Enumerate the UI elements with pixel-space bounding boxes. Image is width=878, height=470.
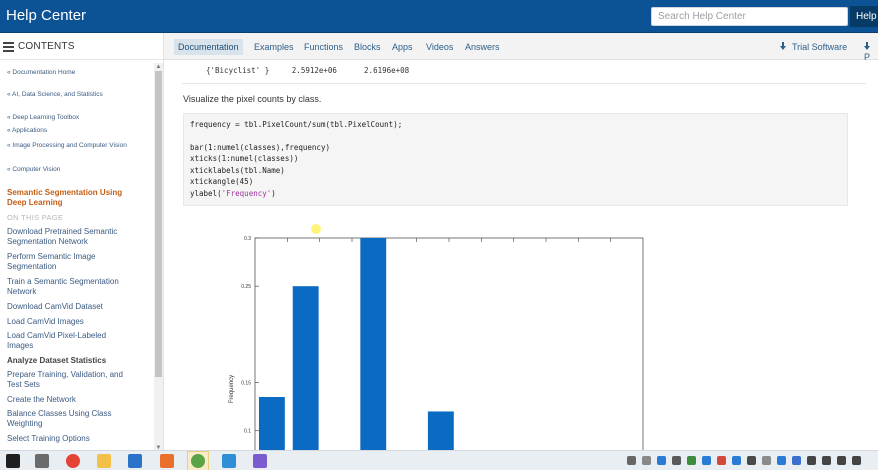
tray-icon[interactable] xyxy=(657,456,666,465)
y-axis-label: Frequency xyxy=(229,375,235,403)
tab-apps[interactable]: Apps xyxy=(388,39,417,55)
tray-icon[interactable] xyxy=(732,456,741,465)
sidebar-scrollbar[interactable]: ▲ ▼ xyxy=(154,63,163,451)
wifi-icon[interactable] xyxy=(807,456,816,465)
help-center-header: Help Center Search Help Center Help xyxy=(0,0,878,33)
code-line: xtickangle(45) xyxy=(190,177,254,186)
download-icon xyxy=(864,42,870,50)
app-window: Help Center Search Help Center Help CONT… xyxy=(0,0,878,470)
tray-icon[interactable] xyxy=(702,456,711,465)
app-icon[interactable] xyxy=(35,454,49,468)
tab-functions[interactable]: Functions xyxy=(300,39,347,55)
bar xyxy=(360,238,387,450)
bar-chart-svg: 0.1 0.15 0.25 0.3 Frequency xyxy=(229,236,644,450)
tray-icon[interactable] xyxy=(762,456,771,465)
divider xyxy=(182,83,866,84)
scrollbar-thumb[interactable] xyxy=(155,71,162,377)
code-line: bar(1:numel(classes),frequency) xyxy=(190,143,330,152)
onenote-icon[interactable] xyxy=(128,454,142,468)
code-text: ) xyxy=(271,189,276,198)
tab-answers[interactable]: Answers xyxy=(461,39,504,55)
breadcrumb-link[interactable]: « AI, Data Science, and Statistics xyxy=(7,90,152,100)
tray-icon[interactable] xyxy=(777,456,786,465)
search-input[interactable]: Search Help Center xyxy=(651,7,848,26)
y-tick-label: 0.15 xyxy=(241,381,251,387)
volume-icon[interactable] xyxy=(837,456,846,465)
sidebar-item[interactable]: Download CamVid Dataset xyxy=(7,302,152,312)
tab-documentation[interactable]: Documentation xyxy=(174,39,243,55)
doc-tabs: Documentation Examples Functions Blocks … xyxy=(164,33,878,62)
product-updates-link[interactable]: P xyxy=(864,39,878,65)
windows-icon[interactable] xyxy=(6,454,20,468)
sidebar-item[interactable]: Load CamVid Pixel-Labeled Images xyxy=(7,331,117,351)
trial-software-label: Trial Software xyxy=(792,42,848,52)
bar xyxy=(427,411,454,450)
code-output-line: {'Bicyclist' } 2.5912e+06 2.6196e+08 xyxy=(206,66,410,75)
sidebar-item[interactable]: Perform Semantic Image Segmentation xyxy=(7,252,117,272)
breadcrumb-link[interactable]: « Image Processing and Computer Vision xyxy=(7,141,127,151)
code-line: xticklabels(tbl.Name) xyxy=(190,166,285,175)
mouse-cursor-highlight xyxy=(311,224,321,234)
file-explorer-icon[interactable] xyxy=(97,454,111,468)
trial-software-link[interactable]: Trial Software xyxy=(780,39,847,55)
battery-icon[interactable] xyxy=(822,456,831,465)
y-tick-label: 0.25 xyxy=(241,284,251,290)
on-this-page-label: ON THIS PAGE xyxy=(7,213,64,222)
app-icon[interactable] xyxy=(191,454,205,468)
y-tick-label: 0.1 xyxy=(244,429,251,435)
tab-blocks[interactable]: Blocks xyxy=(350,39,385,55)
paragraph: Visualize the pixel counts by class. xyxy=(183,94,322,104)
code-line: xticks(1:numel(classes)) xyxy=(190,154,299,163)
app-icon[interactable] xyxy=(253,454,267,468)
tray-icon[interactable] xyxy=(672,456,681,465)
sidebar-item[interactable]: Balance Classes Using Class Weighting xyxy=(7,409,117,429)
sidebar-item-current[interactable]: Analyze Dataset Statistics xyxy=(7,356,152,366)
notification-icon[interactable] xyxy=(852,456,861,465)
photos-icon[interactable] xyxy=(222,454,236,468)
code-line: frequency = tbl.PixelCount/sum(tbl.Pixel… xyxy=(190,120,403,129)
code-text: ylabel( xyxy=(190,189,222,198)
breadcrumb-link[interactable]: « Deep Learning Toolbox xyxy=(7,113,152,123)
tray-icon[interactable] xyxy=(717,456,726,465)
tray-icon[interactable] xyxy=(627,456,636,465)
bar xyxy=(292,286,319,450)
contents-header[interactable]: CONTENTS xyxy=(0,33,164,60)
contents-label: CONTENTS xyxy=(18,41,75,52)
hamburger-menu-icon[interactable] xyxy=(3,42,14,52)
tab-videos[interactable]: Videos xyxy=(422,39,457,55)
help-button[interactable]: Help xyxy=(850,6,878,27)
chrome-icon[interactable] xyxy=(66,454,80,468)
page-title[interactable]: Help Center xyxy=(6,7,86,24)
product-updates-label: P xyxy=(864,52,871,62)
sidebar-item[interactable]: Prepare Training, Validation, and Test S… xyxy=(7,370,132,390)
tray-icon[interactable] xyxy=(642,456,651,465)
main-content: Documentation Examples Functions Blocks … xyxy=(164,33,878,450)
tray-icon[interactable] xyxy=(747,456,756,465)
y-tick-label: 0.3 xyxy=(244,236,251,242)
code-string: 'Frequency' xyxy=(221,189,272,198)
code-line: ylabel('Frequency') xyxy=(190,189,276,198)
download-icon xyxy=(780,42,786,50)
taskbar xyxy=(0,450,878,470)
sidebar-item[interactable]: Select Training Options xyxy=(7,434,152,444)
search-placeholder: Search Help Center xyxy=(658,11,746,22)
breadcrumb-link[interactable]: « Applications xyxy=(7,126,152,136)
breadcrumb-link[interactable]: « Documentation Home xyxy=(7,68,152,78)
scroll-up-icon[interactable]: ▲ xyxy=(154,63,163,71)
sidebar-item[interactable]: Load CamVid Images xyxy=(7,317,152,327)
active-page-title[interactable]: Semantic Segmentation Using Deep Learnin… xyxy=(7,188,132,208)
tab-examples[interactable]: Examples xyxy=(250,39,298,55)
breadcrumb-link[interactable]: « Computer Vision xyxy=(7,165,152,175)
tray-icon[interactable] xyxy=(687,456,696,465)
sidebar-item[interactable]: Create the Network xyxy=(7,395,152,405)
bar-chart: 0.1 0.15 0.25 0.3 Frequency xyxy=(219,229,659,450)
sidebar-item[interactable]: Train a Semantic Segmentation Network xyxy=(7,277,125,297)
code-block[interactable]: frequency = tbl.PixelCount/sum(tbl.Pixel… xyxy=(183,113,848,206)
sidebar-item[interactable]: Download Pretrained Semantic Segmentatio… xyxy=(7,227,127,247)
bar xyxy=(258,397,285,450)
sidebar: CONTENTS « Documentation Home « AI, Data… xyxy=(0,33,164,451)
bluetooth-icon[interactable] xyxy=(792,456,801,465)
matlab-icon[interactable] xyxy=(160,454,174,468)
